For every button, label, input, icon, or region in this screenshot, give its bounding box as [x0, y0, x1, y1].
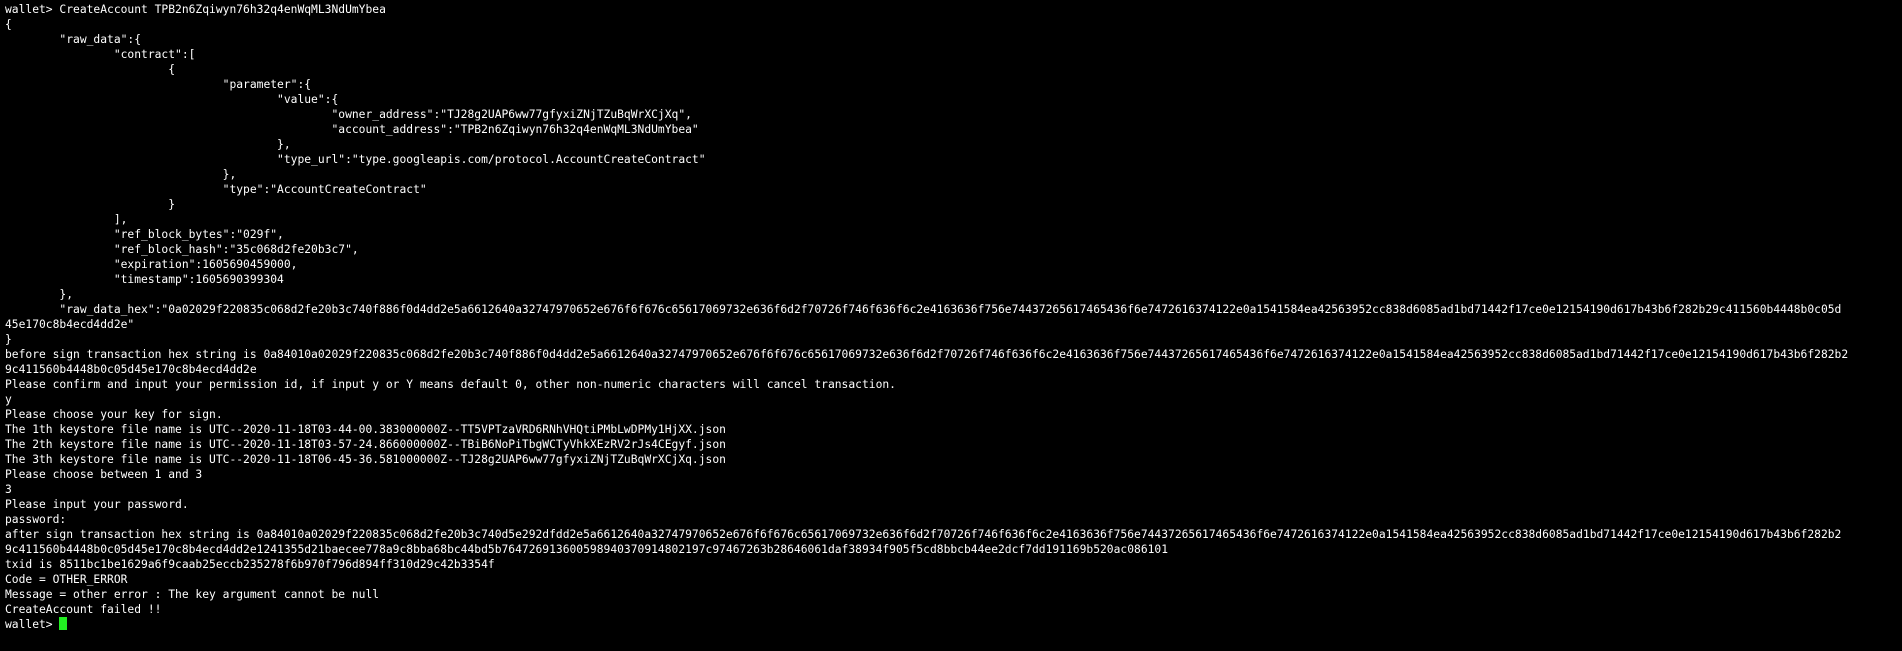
active-prompt[interactable]: wallet>: [5, 617, 1902, 632]
output-line: "expiration":1605690459000,: [5, 258, 298, 271]
output-line: Please input your password.: [5, 498, 189, 511]
output-line: txid is 8511bc1be1629a6f9caab25eccb23527…: [5, 558, 495, 571]
output-line: },: [5, 138, 291, 151]
output-line: 45e170c8b4ecd4dd2e": [5, 318, 135, 331]
output-line: "ref_block_hash":"35c068d2fe20b3c7",: [5, 243, 359, 256]
output-line: The 2th keystore file name is UTC--2020-…: [5, 438, 726, 451]
output-line: },: [5, 168, 237, 181]
output-line: "raw_data":{: [5, 33, 142, 46]
output-line: 9c411560b4448b0c05d45e170c8b4ecd4dd2e: [5, 363, 257, 376]
output-line: 9c411560b4448b0c05d45e170c8b4ecd4dd2e124…: [5, 543, 1169, 556]
output-line: "type":"AccountCreateContract": [5, 183, 427, 196]
output-line: }: [5, 198, 176, 211]
prompt-label: wallet>: [5, 618, 60, 631]
failure-line: CreateAccount failed !!: [5, 603, 162, 616]
output-line: "account_address":"TPB2n6Zqiwyn76h32q4en…: [5, 123, 699, 136]
output-line: The 3th keystore file name is UTC--2020-…: [5, 453, 726, 466]
output-line: The 1th keystore file name is UTC--2020-…: [5, 423, 726, 436]
output-line: Please choose your key for sign.: [5, 408, 223, 421]
command-line: wallet> CreateAccount TPB2n6Zqiwyn76h32q…: [5, 3, 386, 16]
output-line: {: [5, 63, 176, 76]
output-line: before sign transaction hex string is 0a…: [5, 348, 1849, 361]
input-echo-line: y: [5, 393, 12, 406]
input-echo-line: 3: [5, 483, 12, 496]
error-message-line: Message = other error : The key argument…: [5, 588, 380, 601]
output-line: "type_url":"type.googleapis.com/protocol…: [5, 153, 706, 166]
output-line: "raw_data_hex":"0a02029f220835c068d2fe20…: [5, 303, 1842, 316]
output-line: "value":{: [5, 93, 339, 106]
output-line: }: [5, 333, 12, 346]
output-line: "timestamp":1605690399304: [5, 273, 284, 286]
terminal-window[interactable]: wallet> CreateAccount TPB2n6Zqiwyn76h32q…: [0, 0, 1902, 651]
output-line: "parameter":{: [5, 78, 312, 91]
error-code-line: Code = OTHER_ERROR: [5, 573, 128, 586]
output-line: password:: [5, 513, 67, 526]
output-line: "contract":[: [5, 48, 196, 61]
output-line: Please confirm and input your permission…: [5, 378, 896, 391]
output-line: },: [5, 288, 74, 301]
output-line: after sign transaction hex string is 0a8…: [5, 528, 1842, 541]
output-line: "owner_address":"TJ28g2UAP6ww77gfyxiZNjT…: [5, 108, 692, 121]
output-line: ],: [5, 213, 128, 226]
output-line: Please choose between 1 and 3: [5, 468, 203, 481]
text-cursor: [59, 617, 68, 630]
output-line: "ref_block_bytes":"029f",: [5, 228, 284, 241]
output-line: {: [5, 18, 12, 31]
